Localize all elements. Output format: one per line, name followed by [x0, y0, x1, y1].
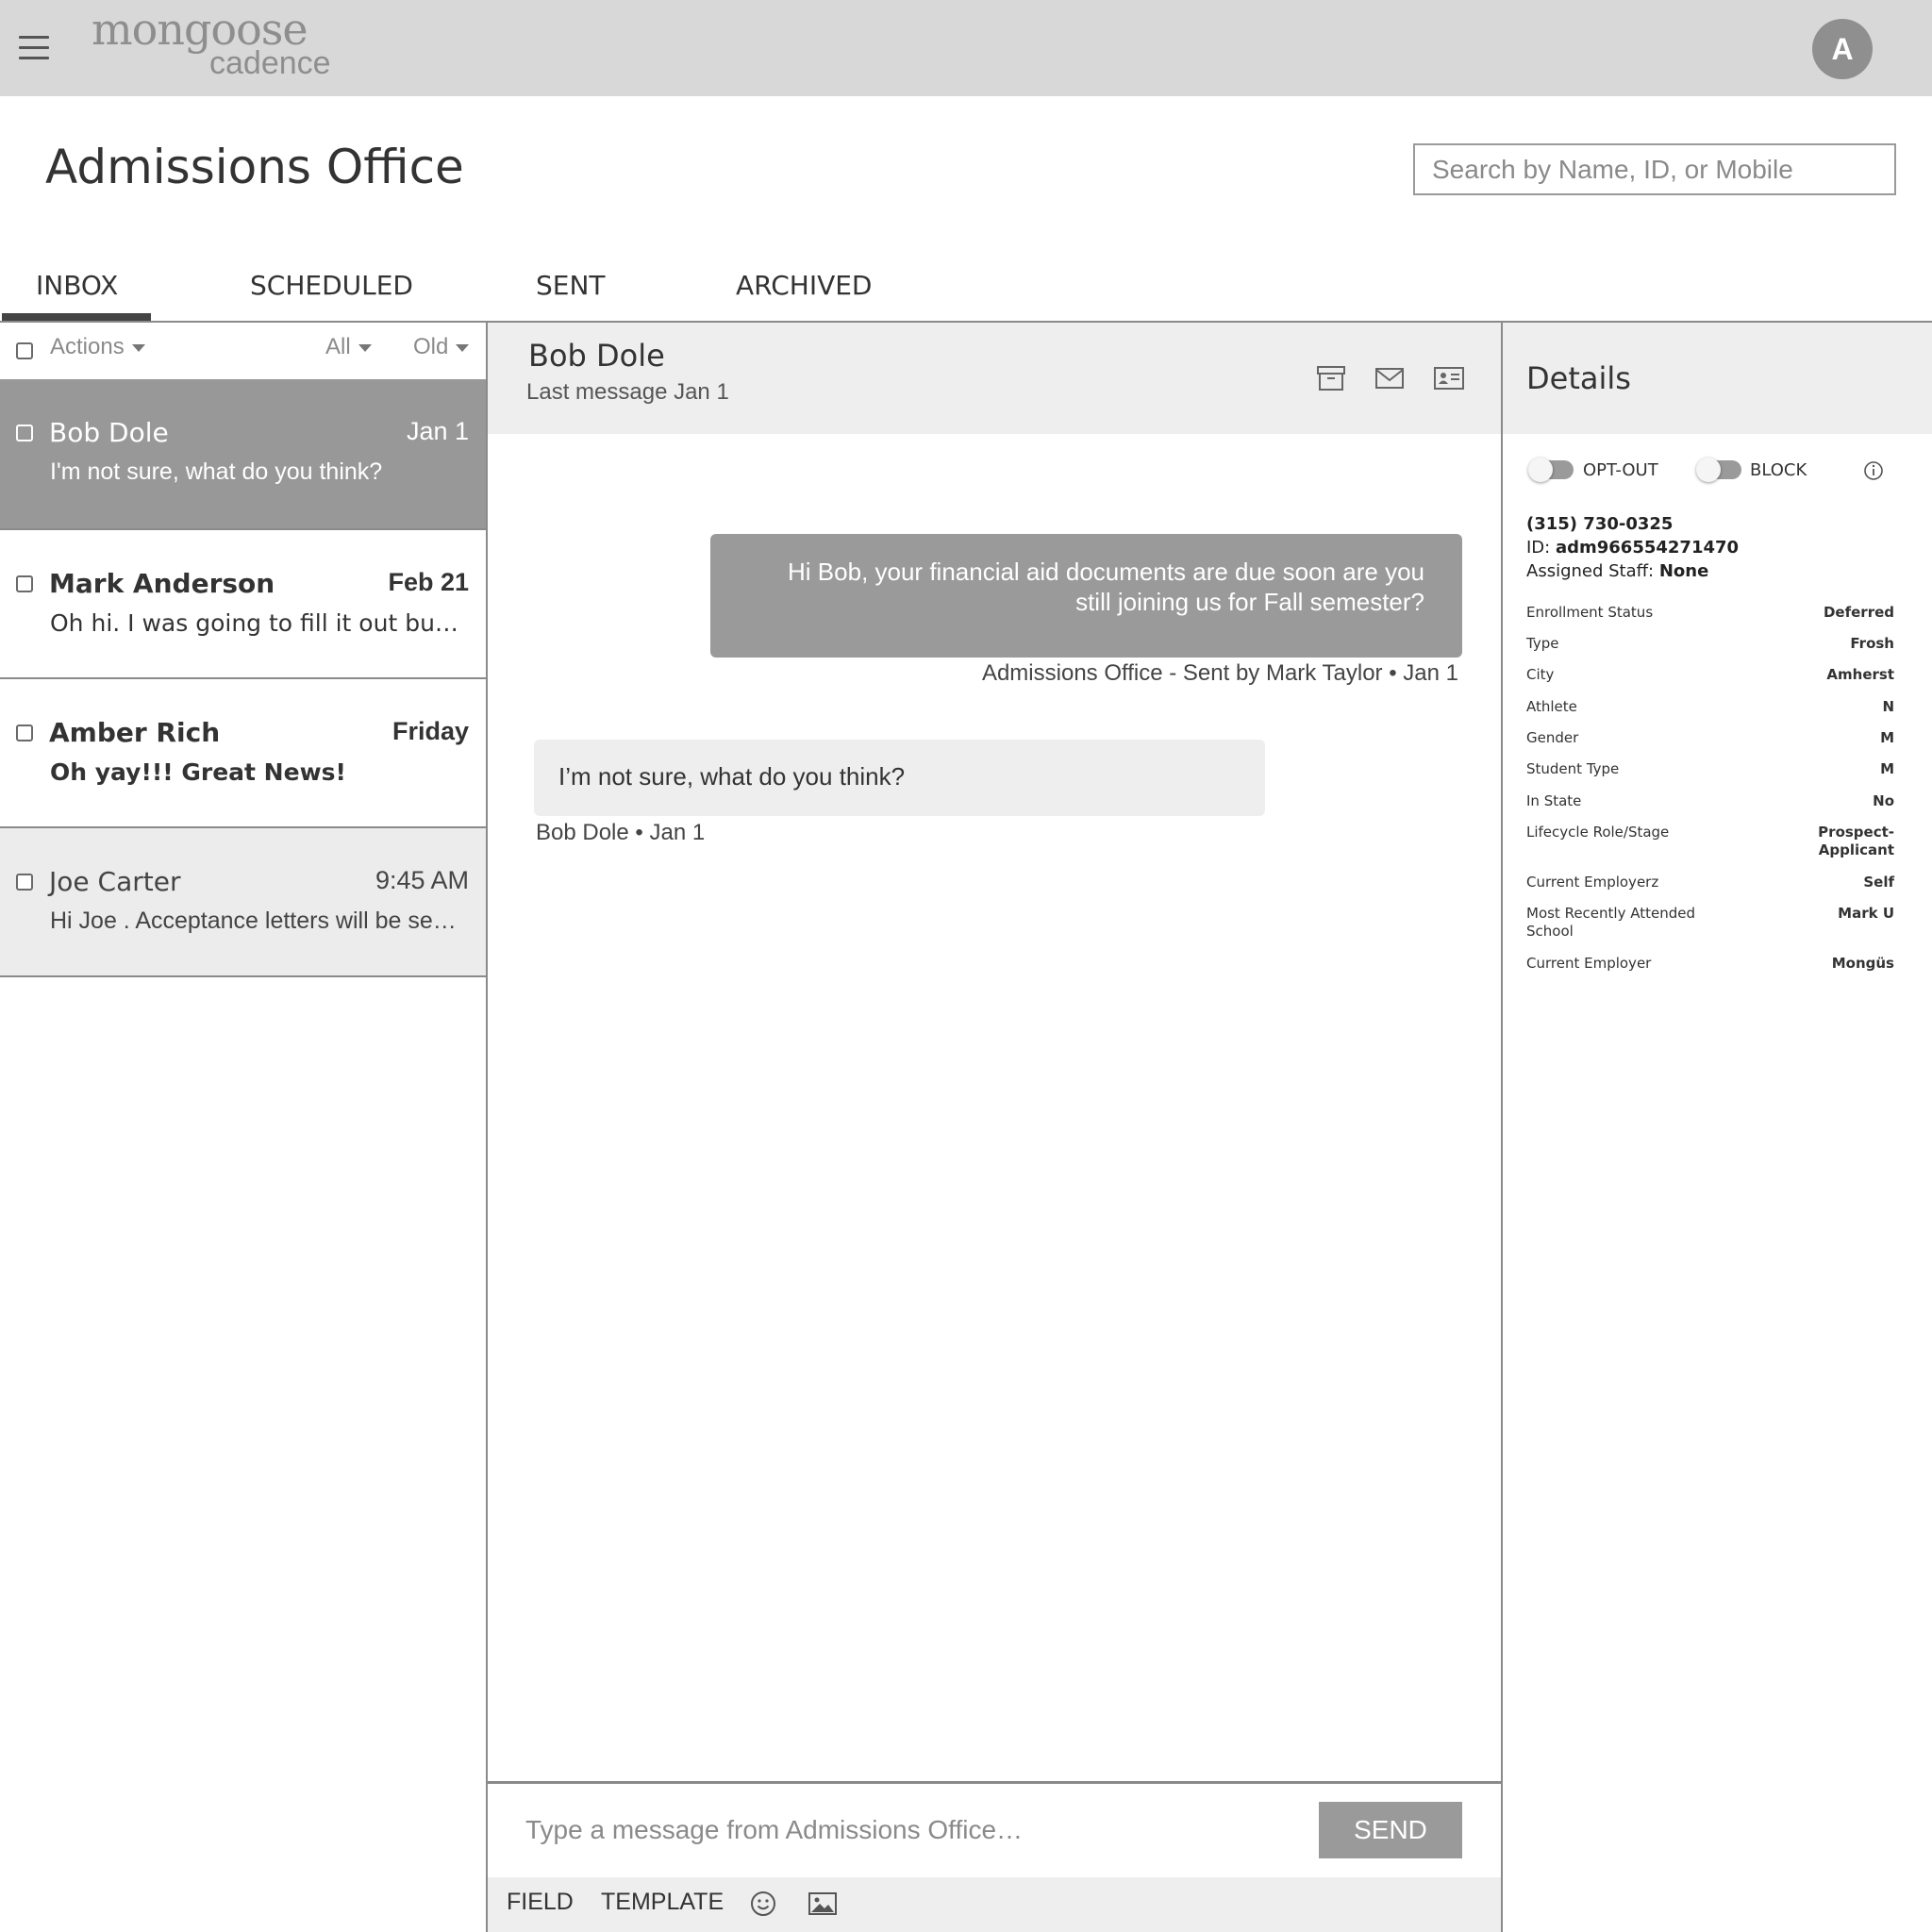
detail-value: Prospect-Applicant — [1818, 824, 1894, 858]
id-value: adm966554271470 — [1555, 538, 1740, 558]
chevron-down-icon — [131, 343, 145, 352]
filter-label: All — [325, 334, 351, 359]
conversation-preview: Oh yay!!! Great News! — [50, 758, 346, 786]
sort-label: Old — [413, 334, 449, 359]
detail-value: No — [1873, 792, 1894, 809]
user-avatar[interactable]: A — [1812, 19, 1873, 79]
detail-label: Student Type — [1526, 760, 1620, 777]
detail-label: Enrollment Status — [1526, 604, 1654, 621]
conversation-name: Bob Dole — [49, 417, 169, 448]
tab-sent[interactable]: SENT — [536, 270, 606, 301]
detail-value: M — [1880, 760, 1894, 777]
message-outgoing: Hi Bob, your financial aid documents are… — [710, 534, 1462, 658]
page-title: Admissions Office — [45, 140, 464, 194]
detail-label: In State — [1526, 792, 1582, 809]
emoji-icon[interactable] — [749, 1890, 777, 1918]
opt-out-label: OPT-OUT — [1583, 460, 1658, 480]
list-toolbar: Actions All Old — [0, 323, 486, 379]
tab-archived[interactable]: ARCHIVED — [736, 270, 872, 301]
column-divider — [1501, 323, 1503, 1932]
detail-label: Most Recently Attended School — [1526, 905, 1696, 940]
staff-value: None — [1658, 561, 1709, 581]
conversation-name: Mark Anderson — [49, 568, 275, 599]
conversation-preview: Oh hi. I was going to fill it out but... — [50, 609, 465, 637]
detail-value: N — [1882, 698, 1894, 715]
info-icon[interactable] — [1862, 459, 1885, 482]
select-all-checkbox[interactable] — [16, 342, 33, 359]
detail-label: Athlete — [1526, 698, 1577, 715]
detail-label: Lifecycle Role/Stage — [1526, 824, 1670, 841]
detail-value: Self — [1863, 874, 1894, 891]
conversation-preview: Hi Joe . Acceptance letters will be sent… — [50, 908, 465, 934]
message-incoming-meta: Bob Dole • Jan 1 — [536, 820, 706, 845]
assigned-staff: Assigned Staff: None — [1526, 561, 1708, 581]
thread-last-message: Last message Jan 1 — [526, 379, 729, 405]
detail-label: Type — [1526, 635, 1559, 652]
detail-value: Amherst — [1826, 666, 1894, 683]
field-button[interactable]: FIELD — [507, 1889, 574, 1916]
tab-scheduled[interactable]: SCHEDULED — [250, 270, 413, 301]
conversation-name: Joe Carter — [49, 866, 181, 897]
detail-value: Mark U — [1838, 905, 1894, 922]
filter-dropdown[interactable]: All — [325, 334, 372, 360]
detail-label: Current Employer — [1526, 955, 1652, 972]
conversation-item-amber-rich[interactable]: Amber Rich Friday Oh yay!!! Great News! — [0, 679, 486, 828]
conversation-date: Friday — [391, 717, 469, 745]
message-input[interactable] — [509, 1802, 1311, 1858]
detail-label: Gender — [1526, 729, 1579, 746]
contact-id: ID: adm966554271470 — [1526, 538, 1739, 558]
block-toggle[interactable] — [1696, 458, 1741, 482]
sort-dropdown[interactable]: Old — [413, 334, 470, 360]
detail-value: Mongüs — [1831, 955, 1894, 972]
conversation-checkbox[interactable] — [16, 425, 33, 441]
conversation-checkbox[interactable] — [16, 575, 33, 592]
send-button[interactable]: SEND — [1319, 1802, 1462, 1858]
template-button[interactable]: TEMPLATE — [601, 1889, 724, 1916]
details-title: Details — [1526, 360, 1631, 396]
hamburger-menu-icon[interactable] — [19, 36, 49, 60]
conversation-date: Feb 21 — [388, 568, 469, 596]
chevron-down-icon — [456, 343, 470, 352]
conversation-item-mark-anderson[interactable]: Mark Anderson Feb 21 Oh hi. I was going … — [0, 530, 486, 679]
tab-inbox[interactable]: INBOX — [36, 270, 118, 301]
conversation-item-bob-dole[interactable]: Bob Dole Jan 1 I'm not sure, what do you… — [0, 379, 486, 530]
staff-label: Assigned Staff: — [1526, 561, 1655, 581]
detail-value: Frosh — [1850, 635, 1894, 652]
conversation-date: 9:45 AM — [375, 866, 469, 894]
column-divider — [486, 323, 488, 1932]
conversation-preview: I'm not sure, what do you think? — [50, 458, 383, 485]
detail-value: M — [1880, 729, 1894, 746]
block-label: BLOCK — [1750, 460, 1807, 480]
mail-icon[interactable] — [1374, 362, 1406, 394]
conversation-name: Amber Rich — [49, 717, 221, 748]
message-incoming: I’m not sure, what do you think? — [534, 740, 1265, 816]
contact-phone: (315) 730-0325 — [1526, 514, 1674, 534]
conversation-item-joe-carter[interactable]: Joe Carter 9:45 AM Hi Joe . Acceptance l… — [0, 828, 486, 977]
id-label: ID: — [1526, 538, 1551, 558]
detail-value: Deferred — [1823, 604, 1894, 621]
detail-label: Current Employerz — [1526, 874, 1659, 891]
conversation-date: Jan 1 — [406, 417, 469, 445]
conversation-checkbox[interactable] — [16, 874, 33, 891]
chevron-down-icon — [358, 343, 372, 352]
composer-divider — [488, 1781, 1501, 1784]
actions-label: Actions — [50, 334, 125, 359]
thread-contact-name: Bob Dole — [528, 338, 665, 374]
logo-cadence: cadence — [209, 45, 331, 81]
contact-card-icon[interactable] — [1433, 362, 1465, 394]
active-tab-indicator — [2, 313, 151, 321]
search-input[interactable] — [1413, 143, 1896, 195]
image-icon[interactable] — [808, 1890, 838, 1918]
archive-icon[interactable] — [1315, 362, 1347, 394]
actions-dropdown[interactable]: Actions — [50, 334, 145, 360]
message-outgoing-meta: Admissions Office - Sent by Mark Taylor … — [981, 660, 1458, 686]
detail-label: City — [1526, 666, 1555, 683]
conversation-checkbox[interactable] — [16, 724, 33, 741]
opt-out-toggle[interactable] — [1528, 458, 1574, 482]
